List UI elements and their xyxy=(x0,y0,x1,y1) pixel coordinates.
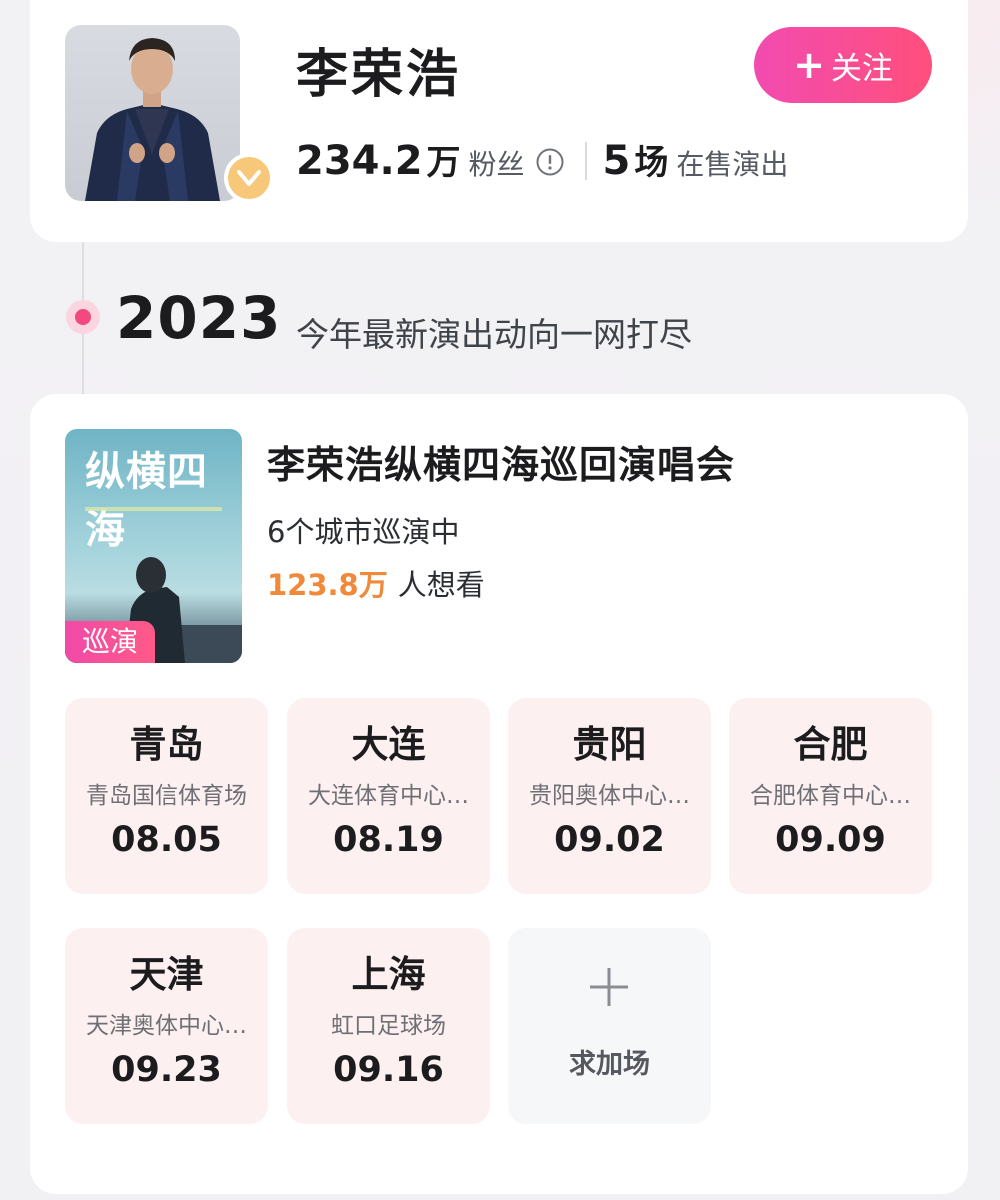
event-title[interactable]: 李荣浩纵横四海巡回演唱会 xyxy=(267,434,735,489)
event-card[interactable]: 纵横四海 巡演 李荣浩纵横四海巡回演唱会 6个城市巡演中 123.8万 人想看 青… xyxy=(30,394,968,1194)
plus-icon xyxy=(590,968,628,1006)
city-date: 09.16 xyxy=(333,1050,444,1090)
city-tile-qingdao[interactable]: 青岛 青岛国信体育场 08.05 xyxy=(65,698,268,894)
fans-count: 234.2 xyxy=(296,138,423,184)
follow-button[interactable]: + 关注 xyxy=(754,27,932,103)
wants-label: 人想看 xyxy=(397,568,485,602)
city-name: 大连 xyxy=(351,723,426,766)
fans-unit: 万 xyxy=(426,143,461,183)
city-name: 贵阳 xyxy=(572,723,647,766)
shows-label: 在售演出 xyxy=(676,148,789,181)
city-venue: 贵阳奥体中心… xyxy=(529,783,690,809)
event-cities-count: 6个城市巡演中 xyxy=(267,515,460,549)
city-venue: 大连体育中心… xyxy=(308,783,469,809)
plus-icon: + xyxy=(793,43,825,87)
shows-count: 5 xyxy=(602,138,631,184)
city-tile-hefei[interactable]: 合肥 合肥体育中心… 09.09 xyxy=(729,698,932,894)
city-venue: 天津奥体中心… xyxy=(86,1013,247,1039)
city-date: 09.02 xyxy=(554,820,665,860)
year-title: 2023 xyxy=(116,284,282,352)
city-venue: 青岛国信体育场 xyxy=(86,783,247,809)
city-tile-guiyang[interactable]: 贵阳 贵阳奥体中心… 09.02 xyxy=(508,698,711,894)
city-name: 青岛 xyxy=(129,723,204,766)
timeline-dot xyxy=(66,300,100,334)
info-circle-icon[interactable] xyxy=(535,147,565,181)
city-date: 09.23 xyxy=(111,1050,222,1090)
city-date: 08.05 xyxy=(111,820,222,860)
artist-avatar[interactable] xyxy=(65,25,240,201)
shows-unit: 场 xyxy=(634,143,669,183)
city-venue: 合肥体育中心… xyxy=(750,783,911,809)
artist-photo xyxy=(85,38,220,201)
artist-stats: 234.2 万 粉丝 5 场 在售演出 xyxy=(296,135,788,191)
city-venue: 虹口足球场 xyxy=(331,1013,446,1039)
year-subtitle: 今年最新演出动向一网打尽 xyxy=(296,315,692,354)
fans-label: 粉丝 xyxy=(468,148,525,181)
event-poster[interactable]: 纵横四海 巡演 xyxy=(65,429,242,663)
poster-tag: 巡演 xyxy=(65,621,155,663)
wants-count: 123.8万 xyxy=(267,568,388,602)
artist-name: 李荣浩 xyxy=(296,45,462,105)
follow-label: 关注 xyxy=(830,50,893,87)
city-tile-tianjin[interactable]: 天津 天津奥体中心… 09.23 xyxy=(65,928,268,1124)
city-tile-shanghai[interactable]: 上海 虹口足球场 09.16 xyxy=(287,928,490,1124)
timeline-dot-center xyxy=(75,309,91,325)
city-name: 上海 xyxy=(351,953,426,996)
add-show-button[interactable]: 求加场 xyxy=(508,928,711,1124)
verified-v-icon xyxy=(224,153,274,203)
stats-divider xyxy=(584,142,587,180)
city-date: 08.19 xyxy=(333,820,444,860)
city-date: 09.09 xyxy=(775,820,886,860)
add-show-label: 求加场 xyxy=(569,1049,650,1080)
event-wants: 123.8万 人想看 xyxy=(267,562,485,604)
city-name: 合肥 xyxy=(793,723,868,766)
city-tile-dalian[interactable]: 大连 大连体育中心… 08.19 xyxy=(287,698,490,894)
city-name: 天津 xyxy=(129,953,204,996)
artist-card: 李荣浩 234.2 万 粉丝 5 场 在售演出 + 关注 xyxy=(30,0,968,242)
